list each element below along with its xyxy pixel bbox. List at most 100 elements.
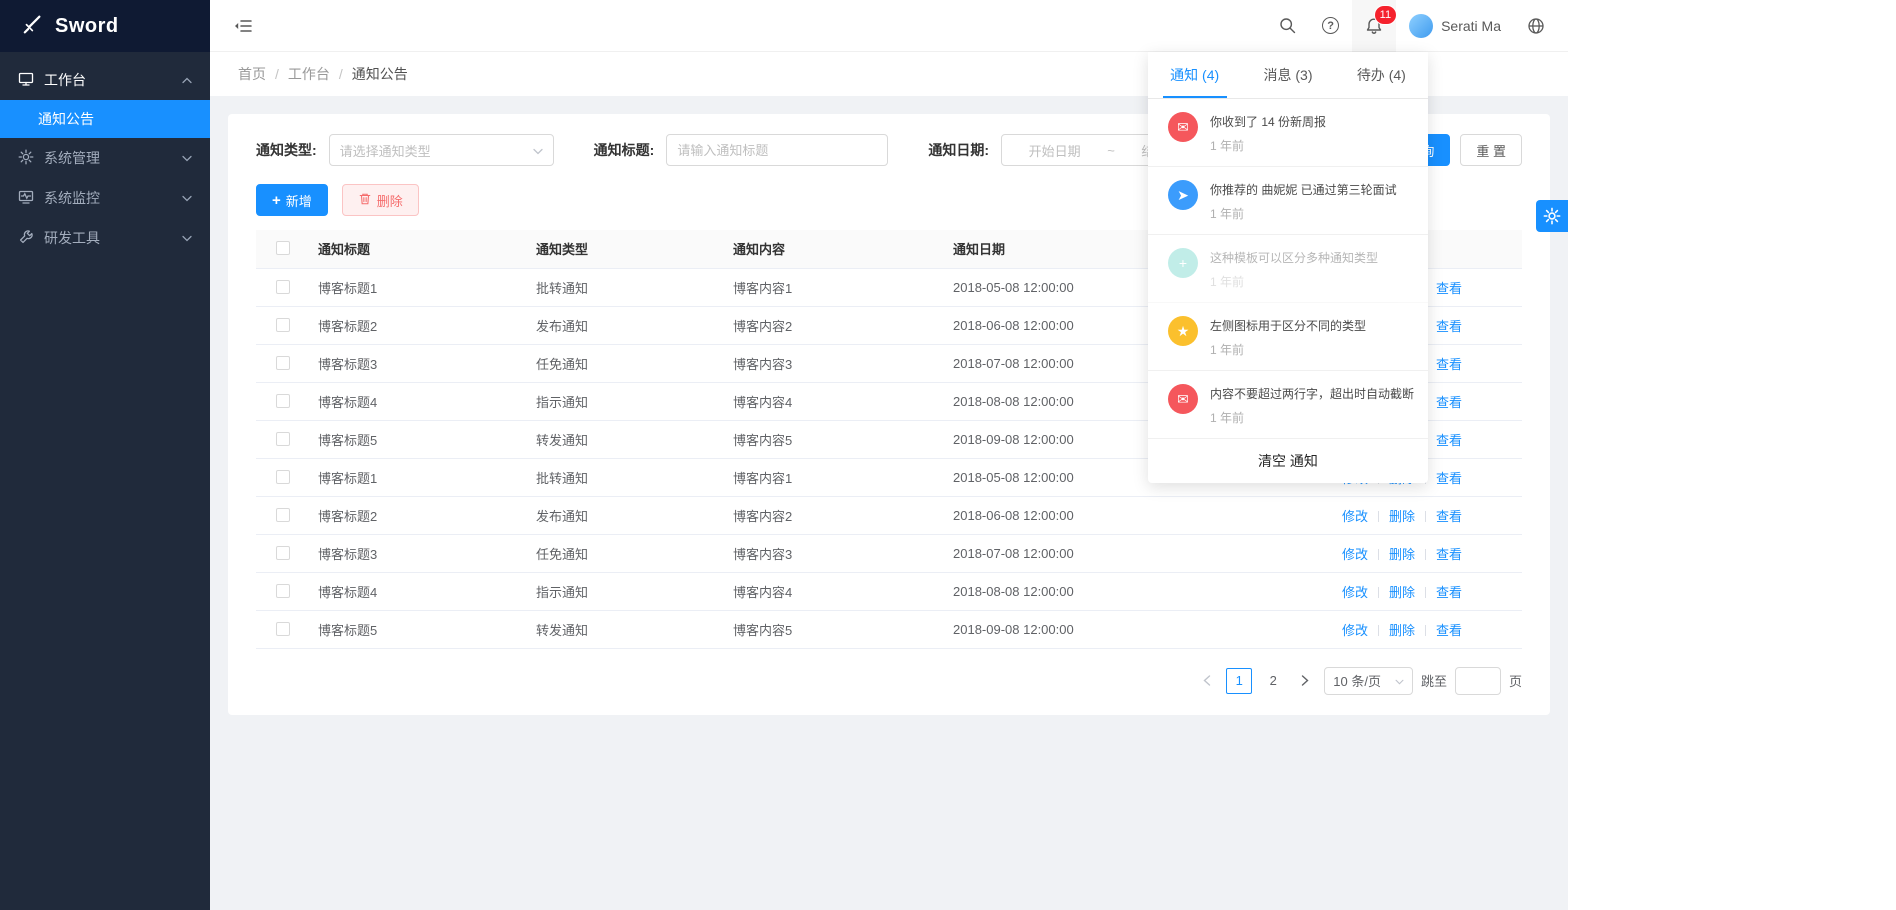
gear-icon	[18, 149, 34, 168]
sidebar-item-notice-announcement[interactable]: 通知公告	[0, 100, 210, 138]
language-globe-icon[interactable]	[1514, 0, 1558, 52]
sidebar-item-system-admin[interactable]: 系统管理	[0, 138, 210, 178]
table-row: 博客标题2 发布通知 博客内容2 2018-06-08 12:00:00 修改删…	[256, 496, 1522, 534]
row-checkbox[interactable]	[276, 394, 290, 408]
tab-notifications[interactable]: 通知 (4)	[1148, 52, 1241, 98]
page-number-1[interactable]: 1	[1226, 668, 1252, 694]
row-checkbox[interactable]	[276, 280, 290, 294]
breadcrumb-home[interactable]: 首页	[238, 64, 266, 84]
notification-item[interactable]: ➤ 你推荐的 曲妮妮 已通过第三轮面试 1 年前	[1148, 167, 1428, 235]
notice-type-select[interactable]: 请选择通知类型	[329, 134, 554, 166]
breadcrumb-current: 通知公告	[352, 64, 408, 84]
notice-title-input[interactable]	[666, 134, 888, 166]
page-size-select[interactable]: 10 条/页	[1324, 667, 1413, 695]
delete-button[interactable]: 删除	[342, 184, 419, 216]
sidebar-item-dev-tools[interactable]: 研发工具	[0, 218, 210, 258]
search-icon[interactable]	[1266, 0, 1309, 52]
cell-content: 博客内容5	[733, 420, 953, 458]
notification-item[interactable]: ✉ 内容不要超过两行字，超出时自动截断 1 年前	[1148, 371, 1428, 439]
next-page-button[interactable]	[1294, 667, 1316, 695]
reset-button[interactable]: 重 置	[1460, 134, 1522, 166]
chevron-down-icon	[182, 195, 192, 202]
chevron-down-icon	[182, 235, 192, 242]
notifications-bell[interactable]: 11	[1352, 0, 1396, 52]
menu-collapse-button[interactable]	[228, 13, 258, 39]
row-checkbox[interactable]	[276, 318, 290, 332]
monitor-pulse-icon	[18, 189, 34, 208]
notification-time: 1 年前	[1210, 137, 1326, 154]
clear-notifications-button[interactable]: 清空 通知	[1148, 439, 1428, 483]
row-action-view[interactable]: 查看	[1436, 281, 1462, 296]
page-number-2[interactable]: 2	[1260, 668, 1286, 694]
trash-icon	[358, 192, 372, 209]
chevron-down-icon	[182, 155, 192, 162]
user-menu[interactable]: Serati Ma	[1396, 0, 1514, 52]
cell-content: 博客内容5	[733, 610, 953, 648]
row-checkbox[interactable]	[276, 508, 290, 522]
sidebar-item-workbench[interactable]: 工作台	[0, 60, 210, 100]
select-all-checkbox[interactable]	[276, 241, 290, 255]
row-action-edit[interactable]: 修改	[1342, 623, 1368, 638]
row-action-edit[interactable]: 修改	[1342, 585, 1368, 600]
notification-item[interactable]: + 这种模板可以区分多种通知类型 1 年前	[1148, 235, 1428, 303]
topbar-actions: ? 11 Serati Ma	[1266, 0, 1558, 52]
row-action-view[interactable]: 查看	[1436, 319, 1462, 334]
cell-type: 指示通知	[536, 382, 733, 420]
row-checkbox[interactable]	[276, 622, 290, 636]
notification-badge: 11	[1375, 6, 1396, 24]
help-icon[interactable]: ?	[1309, 0, 1352, 52]
sidebar-item-label: 工作台	[44, 70, 86, 90]
prev-page-button[interactable]	[1196, 667, 1218, 695]
cell-date: 2018-09-08 12:00:00	[953, 610, 1203, 648]
row-action-view[interactable]: 查看	[1436, 547, 1462, 562]
row-action-delete[interactable]: 删除	[1389, 623, 1415, 638]
cell-type: 批转通知	[536, 458, 733, 496]
row-checkbox[interactable]	[276, 546, 290, 560]
theme-settings-button[interactable]	[1536, 200, 1568, 232]
row-checkbox[interactable]	[276, 584, 290, 598]
column-title: 通知标题	[318, 230, 536, 268]
cell-actions: 修改 删除 查看	[1203, 572, 1522, 610]
row-action-view[interactable]: 查看	[1436, 623, 1462, 638]
row-action-edit[interactable]: 修改	[1342, 509, 1368, 524]
sidebar-item-system-monitor[interactable]: 系统监控	[0, 178, 210, 218]
notification-time: 1 年前	[1210, 273, 1378, 290]
chevron-up-icon	[182, 77, 192, 84]
row-action-view[interactable]: 查看	[1436, 357, 1462, 372]
column-type: 通知类型	[536, 230, 733, 268]
cell-content: 博客内容3	[733, 344, 953, 382]
row-checkbox[interactable]	[276, 470, 290, 484]
chevron-down-icon	[533, 142, 543, 158]
notification-title: 你推荐的 曲妮妮 已通过第三轮面试	[1210, 180, 1397, 198]
page-unit-label: 页	[1509, 671, 1522, 690]
row-action-view[interactable]: 查看	[1436, 433, 1462, 448]
add-button[interactable]: + 新增	[256, 184, 328, 216]
row-action-view[interactable]: 查看	[1436, 585, 1462, 600]
jump-page-input[interactable]	[1455, 667, 1501, 695]
tab-todos[interactable]: 待办 (4)	[1335, 52, 1428, 98]
tab-messages[interactable]: 消息 (3)	[1241, 52, 1334, 98]
main-area: ? 11 Serati Ma	[210, 0, 1568, 910]
notification-tabs: 通知 (4) 消息 (3) 待办 (4)	[1148, 52, 1428, 99]
row-action-delete[interactable]: 删除	[1389, 509, 1415, 524]
row-action-delete[interactable]: 删除	[1389, 585, 1415, 600]
cell-title: 博客标题4	[318, 382, 536, 420]
logo[interactable]: Sword	[0, 0, 210, 52]
plus-icon: +	[272, 193, 281, 208]
breadcrumb-workbench[interactable]: 工作台	[288, 64, 330, 84]
cell-title: 博客标题2	[318, 306, 536, 344]
row-action-edit[interactable]: 修改	[1342, 547, 1368, 562]
notification-item[interactable]: ✉ 你收到了 14 份新周报 1 年前	[1148, 99, 1428, 167]
row-action-view[interactable]: 查看	[1436, 509, 1462, 524]
notice-type-label: 通知类型:	[256, 140, 317, 160]
cell-content: 博客内容3	[733, 534, 953, 572]
cell-date: 2018-07-08 12:00:00	[953, 534, 1203, 572]
cell-title: 博客标题2	[318, 496, 536, 534]
notification-item[interactable]: ★ 左侧图标用于区分不同的类型 1 年前	[1148, 303, 1428, 371]
wrench-icon	[18, 229, 34, 248]
row-checkbox[interactable]	[276, 432, 290, 446]
row-checkbox[interactable]	[276, 356, 290, 370]
row-action-view[interactable]: 查看	[1436, 395, 1462, 410]
row-action-delete[interactable]: 删除	[1389, 547, 1415, 562]
row-action-view[interactable]: 查看	[1436, 471, 1462, 486]
